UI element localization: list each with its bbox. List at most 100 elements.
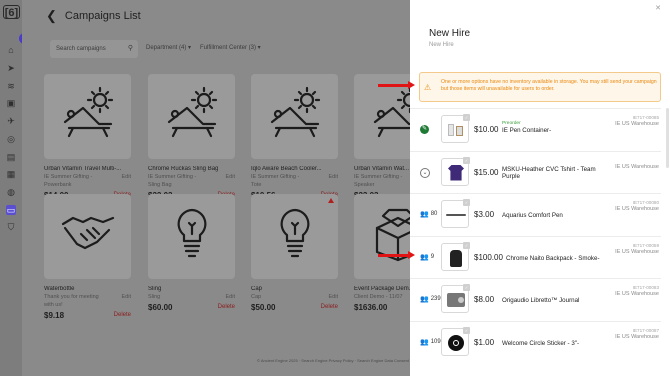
department-filter[interactable]: Department (4) ▾ <box>146 44 191 51</box>
campaign-card[interactable]: Urban Vitamin Travel Multi-... IE Summer… <box>44 74 131 200</box>
edit-campaign-link[interactable]: Edit <box>329 174 338 180</box>
users-icon: 👥 <box>420 338 429 346</box>
gift-icon[interactable]: ▦ <box>6 169 16 179</box>
campaigns-icon[interactable]: ▭ <box>6 205 16 215</box>
page-footer: © Ancient Engine 2025 · Search Engine Pr… <box>257 358 409 363</box>
campaign-card-name: Sling <box>148 286 162 292</box>
item-thumbnail: ✓ <box>441 326 470 356</box>
checkbox-icon[interactable]: ✓ <box>463 326 470 334</box>
preorder-label: Preorder <box>502 121 521 126</box>
shield-icon[interactable]: ⛉ <box>6 222 16 232</box>
checkbox-icon[interactable]: ✓ <box>463 284 470 291</box>
item-warehouse: IE US Warehouse <box>615 248 659 255</box>
inventory-count: 239 <box>430 296 441 302</box>
globe-icon[interactable]: ◍ <box>6 187 16 197</box>
campaign-card[interactable]: Iqlo Aware Beach Cooler... IE Summer Gif… <box>251 74 338 200</box>
edit-campaign-link[interactable]: Edit <box>226 174 235 180</box>
drawer-title: New Hire <box>429 28 471 39</box>
stack-icon[interactable]: ≋ <box>6 81 16 91</box>
campaign-item-row[interactable]: 👥 239 ✓ $8.00 Origaudio Libretto™ Journa… <box>410 278 661 321</box>
item-thumbnail: ✓ <box>441 114 470 143</box>
item-thumbnail: ✓ <box>441 241 470 271</box>
campaign-card-subtitle: Sling <box>148 294 161 300</box>
campaign-card-subtitle: IE Summer Gifting - <box>251 174 300 180</box>
item-price: $1.00 <box>474 337 495 347</box>
item-thumbnail: ✓ <box>441 199 470 228</box>
item-name: IE Pen Container- <box>502 127 552 134</box>
campaign-items-list: ✎ ✓ $10.00 Preorder IE Pen Container- IE… <box>410 108 661 363</box>
item-warehouse: IE US Warehouse <box>615 333 659 340</box>
page-title: ❮ Campaigns List <box>46 8 141 24</box>
clipboard-icon[interactable]: ▤ <box>6 152 16 162</box>
annotation-arrow <box>378 81 415 89</box>
campaign-card-subtitle: Tote <box>251 182 262 188</box>
item-price: $10.00 <box>474 125 499 134</box>
fulfillment-center-filter[interactable]: Fulfillment Center (3) ▾ <box>200 44 261 51</box>
campaign-item-row[interactable]: 👥 9 ✓ $100.00 Chrome Naito Backpack - Sm… <box>410 235 661 279</box>
item-sku: IE717-00085 <box>632 115 659 120</box>
send-icon[interactable]: ➤ <box>6 63 16 73</box>
drawer-scrollbar[interactable] <box>666 108 669 168</box>
delete-campaign-link[interactable]: Delete <box>321 304 338 310</box>
campaign-card-name: Urban Vitamin Travel Multi-... <box>44 166 122 172</box>
edit-campaign-link[interactable]: Edit <box>122 294 131 300</box>
checkbox-icon[interactable]: ✓ <box>463 114 470 121</box>
item-name: Aquarius Comfort Pen <box>502 212 563 219</box>
search-placeholder: Search campaigns <box>56 46 106 52</box>
edit-campaign-link[interactable]: Edit <box>226 294 235 300</box>
item-name: Welcome Circle Sticker - 3"- <box>502 339 580 347</box>
item-name: Chrome Naito Backpack - Smoke- <box>506 254 600 262</box>
checkbox-icon[interactable]: ✓ <box>463 156 470 164</box>
item-thumbnail: ✓ <box>441 156 470 186</box>
checkbox-icon[interactable]: ✓ <box>463 199 470 206</box>
close-icon[interactable]: ✕ <box>655 4 661 12</box>
campaign-card-image <box>44 194 131 279</box>
home-icon[interactable]: ⌂ <box>6 45 16 55</box>
item-lead: 👥 9 <box>420 253 434 261</box>
edit-campaign-link[interactable]: Edit <box>122 174 131 180</box>
campaign-card-image <box>148 74 235 159</box>
checkbox-icon[interactable]: ✓ <box>463 241 470 249</box>
campaign-card[interactable]: Waterbottle Thank you for meeting Edit w… <box>44 194 131 320</box>
item-lead[interactable]: ⌄ <box>420 167 432 178</box>
back-arrow-icon[interactable]: ❮ <box>46 8 57 24</box>
campaign-card[interactable]: Cap Cap Edit $50.00 Delete <box>251 194 338 312</box>
campaign-card[interactable]: Chrome Ruckas Sling Bag IE Summer Giftin… <box>148 74 235 200</box>
campaign-item-row[interactable]: ✎ ✓ $10.00 Preorder IE Pen Container- IE… <box>410 108 661 151</box>
search-icon: ⚲ <box>127 45 133 52</box>
campaigns-page: ❮ Campaigns List Search campaigns ⚲ Depa… <box>22 0 441 376</box>
campaign-item-row[interactable]: 👥 109 ✓ $1.00 Welcome Circle Sticker - 3… <box>410 320 661 364</box>
campaign-item-row[interactable]: 👥 80 ✓ $3.00 Aquarius Comfort Pen IE717-… <box>410 193 661 236</box>
item-lead: 👥 239 <box>420 295 441 303</box>
item-lead: ✎ <box>420 125 431 134</box>
warning-icon: ⚠ <box>424 83 432 92</box>
box-icon[interactable]: ▣ <box>6 98 16 108</box>
campaign-card-subtitle: Sling Bag <box>148 182 172 188</box>
campaign-item-row[interactable]: ⌄ ✓ $15.00 MSKU-Heather CVC Tshirt - Tea… <box>410 150 661 194</box>
edit-campaign-link[interactable]: Edit <box>329 294 338 300</box>
delete-campaign-link[interactable]: Delete <box>114 312 131 318</box>
search-input[interactable]: Search campaigns ⚲ <box>50 40 138 58</box>
item-sku: IE717-00080 <box>632 200 659 205</box>
inventory-warning-banner: ⚠ One or more options have no inventory … <box>419 72 661 102</box>
campaign-card-image <box>251 74 338 159</box>
campaign-drawer: ✕ New Hire New Hire ⚠ One or more option… <box>410 0 670 376</box>
left-nav-rail: [6] › ⌂ ➤ ≋ ▣ ✈ ◎ ▤ ▦ ◍ ▭ ⛉ <box>0 0 30 376</box>
item-sku: IE717-00059 <box>632 242 659 248</box>
campaign-card-subtitle: IE Summer Gifting - <box>148 174 197 180</box>
item-thumbnail: ✓ <box>441 284 470 313</box>
campaign-card[interactable]: Sling Sling Edit $60.00 Delete <box>148 194 235 312</box>
rocket-icon[interactable]: ✈ <box>6 116 16 126</box>
campaign-card-subtitle: Cap <box>251 294 262 300</box>
delete-campaign-link[interactable]: Delete <box>218 304 235 310</box>
campaign-card-image <box>44 74 131 159</box>
campaign-card-name: Cap <box>251 286 263 292</box>
pencil-badge-icon: ✎ <box>420 125 429 134</box>
campaign-card-subtitle: with us! <box>44 302 63 308</box>
item-warehouse: IE US Warehouse <box>615 291 659 297</box>
item-lead: 👥 109 <box>420 338 441 346</box>
campaign-card-subtitle: Powerbank <box>44 182 72 188</box>
item-price: $100.00 <box>474 252 503 262</box>
users-warning-icon: 👥 <box>420 253 429 261</box>
target-icon[interactable]: ◎ <box>6 134 16 144</box>
